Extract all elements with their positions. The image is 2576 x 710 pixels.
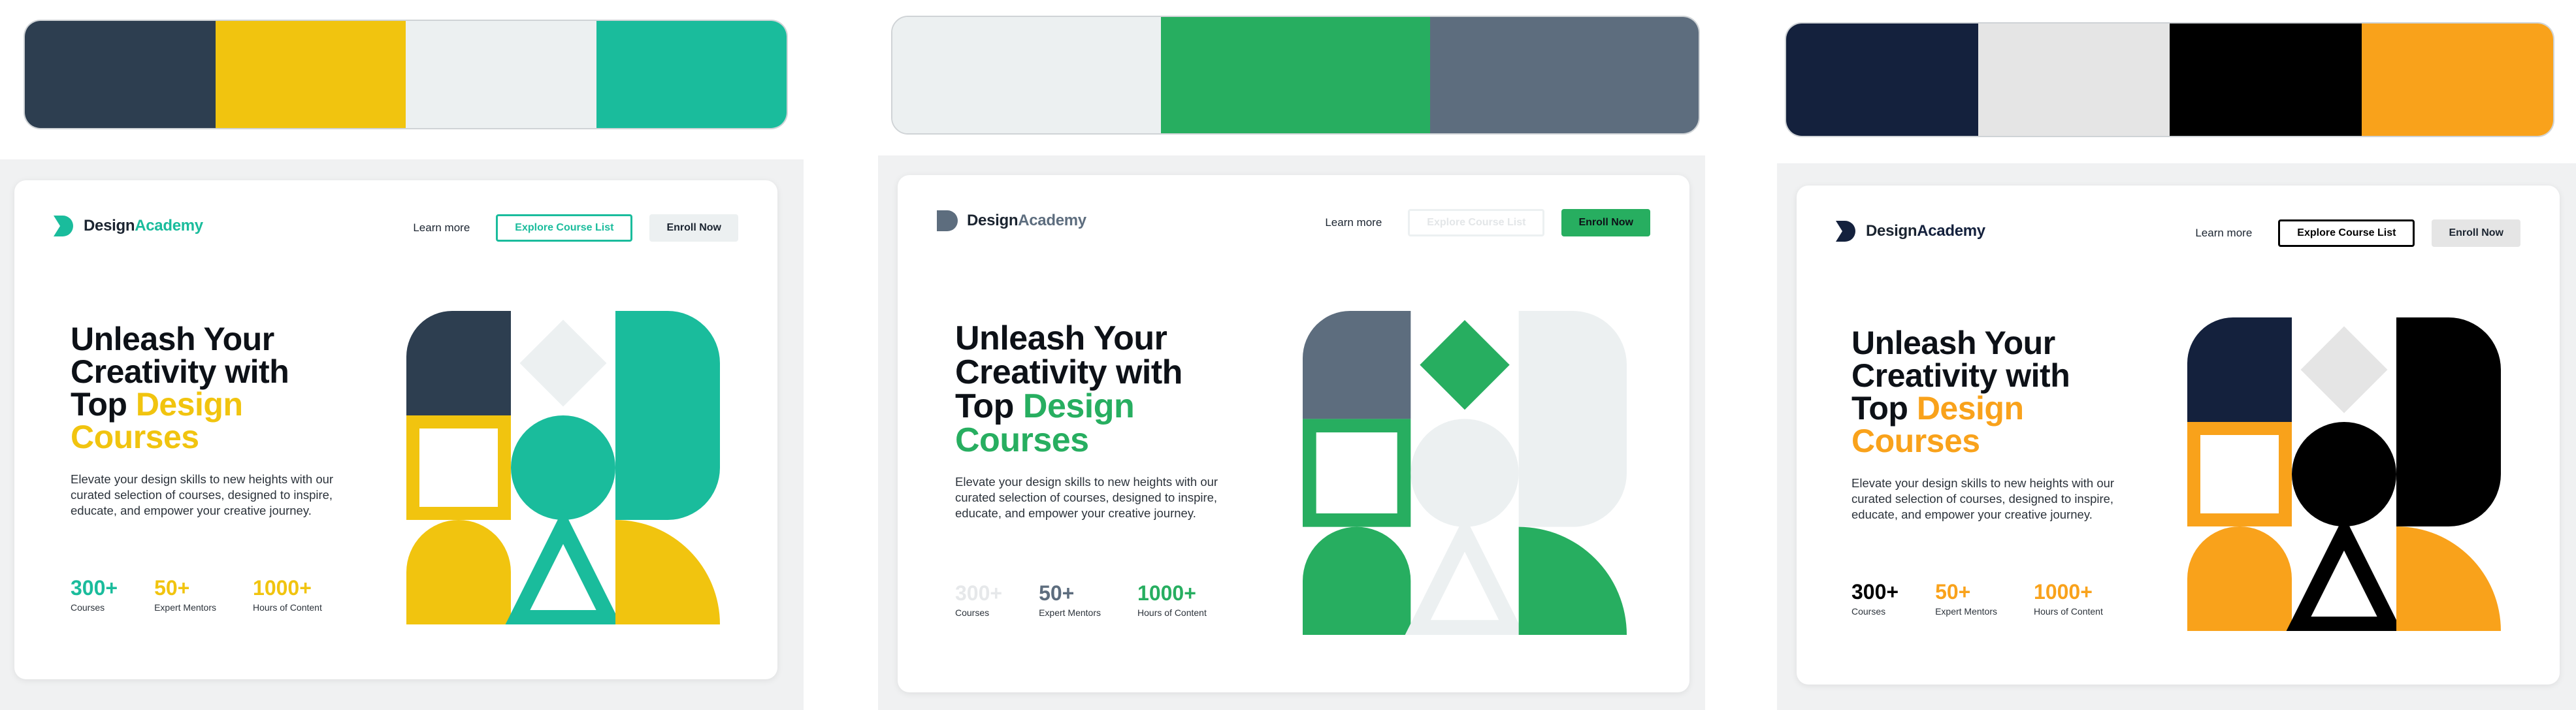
droplet-shape	[2187, 526, 2292, 631]
palette-swatch	[2170, 24, 2362, 136]
triangle-outline-shape	[505, 509, 621, 624]
stat-courses: 300+ Courses	[71, 576, 118, 613]
navbar: DesignAcademy Learn more Explore Course …	[1797, 219, 2560, 248]
geometric-artwork	[1303, 311, 1627, 635]
hollow-square-shape	[406, 415, 511, 520]
quarter-round-shape	[1303, 311, 1411, 419]
stat-courses: 300+ Courses	[955, 581, 1003, 618]
quarter-round-shape	[2187, 317, 2292, 422]
hero-headline: Unleash Your Creativity with Top Design …	[955, 319, 1182, 459]
brand-name: DesignAcademy	[84, 217, 203, 234]
logo-mark-icon	[937, 210, 958, 231]
geometric-artwork	[406, 311, 720, 624]
droplet-shape	[406, 520, 511, 624]
stat-mentors: 50+ Expert Mentors	[1039, 581, 1101, 618]
stat-hours: 1000+ Hours of Content	[2034, 580, 2103, 617]
half-disc-shape	[615, 311, 720, 520]
landing-card-1: DesignAcademy Learn more Explore Course …	[14, 180, 777, 679]
brand-name: DesignAcademy	[967, 212, 1086, 229]
palette-swatch	[892, 17, 1162, 133]
landing-card-3: DesignAcademy Learn more Explore Course …	[1797, 186, 2560, 685]
enroll-now-button[interactable]: Enroll Now	[649, 214, 738, 242]
hero-description: Elevate your design skills to new height…	[955, 475, 1218, 520]
learn-more-link[interactable]: Learn more	[2195, 227, 2252, 240]
stat-mentors: 50+ Expert Mentors	[1935, 580, 1998, 617]
diamond-shape	[519, 319, 607, 407]
hero-headline: Unleash Your Creativity with Top Design …	[71, 321, 289, 455]
color-palette-3	[1785, 22, 2554, 137]
leaf-shape	[1518, 526, 1627, 635]
hollow-square-shape	[2187, 422, 2292, 526]
palette-swatch	[1786, 24, 1978, 136]
hollow-square-shape	[1303, 419, 1411, 527]
palette-swatch	[25, 21, 216, 128]
diamond-shape	[2300, 326, 2388, 413]
droplet-shape	[1303, 526, 1411, 635]
hero-description: Elevate your design skills to new height…	[1851, 476, 2115, 521]
half-disc-shape	[1518, 311, 1627, 527]
hero-headline: Unleash Your Creativity with Top Design …	[1851, 325, 2070, 459]
palette-swatch	[215, 21, 406, 128]
brand-name: DesignAcademy	[1866, 222, 1985, 240]
explore-course-list-button[interactable]: Explore Course List	[496, 214, 633, 242]
stats-row: 300+ Courses 50+ Expert Mentors 1000+ Hours…	[1851, 580, 2103, 617]
brand-logo[interactable]: DesignAcademy	[937, 210, 1086, 231]
learn-more-link[interactable]: Learn more	[1325, 216, 1382, 229]
leaf-shape	[615, 520, 720, 624]
palette-swatch	[2361, 24, 2553, 136]
color-palette-1	[24, 20, 788, 129]
stat-courses: 300+ Courses	[1851, 580, 1899, 617]
brand-logo[interactable]: DesignAcademy	[54, 216, 203, 236]
circle-shape	[1410, 419, 1519, 527]
color-palette-2	[891, 16, 1700, 135]
leaf-shape	[2396, 526, 2501, 631]
palette-swatch	[1978, 24, 2170, 136]
stat-hours: 1000+ Hours of Content	[253, 576, 322, 613]
geometric-artwork	[2187, 317, 2501, 631]
circle-shape	[511, 415, 615, 520]
quarter-round-shape	[406, 311, 511, 415]
logo-mark-icon	[54, 216, 73, 236]
navbar: DesignAcademy Learn more Explore Course …	[898, 209, 1689, 238]
stats-row: 300+ Courses 50+ Expert Mentors 1000+ Hours…	[955, 581, 1207, 618]
palette-swatch	[596, 21, 787, 128]
palette-swatch	[406, 21, 596, 128]
palette-swatch	[1161, 17, 1430, 133]
landing-card-2: DesignAcademy Learn more Explore Course …	[898, 175, 1689, 692]
brand-logo[interactable]: DesignAcademy	[1836, 221, 1985, 242]
explore-course-list-button[interactable]: Explore Course List	[2278, 219, 2415, 247]
navbar: DesignAcademy Learn more Explore Course …	[14, 214, 777, 243]
hero-description: Elevate your design skills to new height…	[71, 472, 334, 517]
triangle-outline-shape	[1405, 515, 1525, 635]
stat-hours: 1000+ Hours of Content	[1137, 581, 1207, 618]
enroll-now-button[interactable]: Enroll Now	[1561, 209, 1650, 236]
learn-more-link[interactable]: Learn more	[413, 221, 470, 234]
explore-course-list-button[interactable]: Explore Course List	[1408, 209, 1545, 236]
triangle-outline-shape	[2286, 515, 2402, 631]
palette-swatch	[1429, 17, 1699, 133]
enroll-now-button[interactable]: Enroll Now	[2432, 219, 2520, 247]
stats-row: 300+ Courses 50+ Expert Mentors 1000+ Hours…	[71, 576, 322, 613]
half-disc-shape	[2396, 317, 2501, 526]
circle-shape	[2292, 422, 2396, 526]
logo-mark-icon	[1836, 221, 1855, 242]
stat-mentors: 50+ Expert Mentors	[154, 576, 217, 613]
diamond-shape	[1420, 319, 1510, 410]
